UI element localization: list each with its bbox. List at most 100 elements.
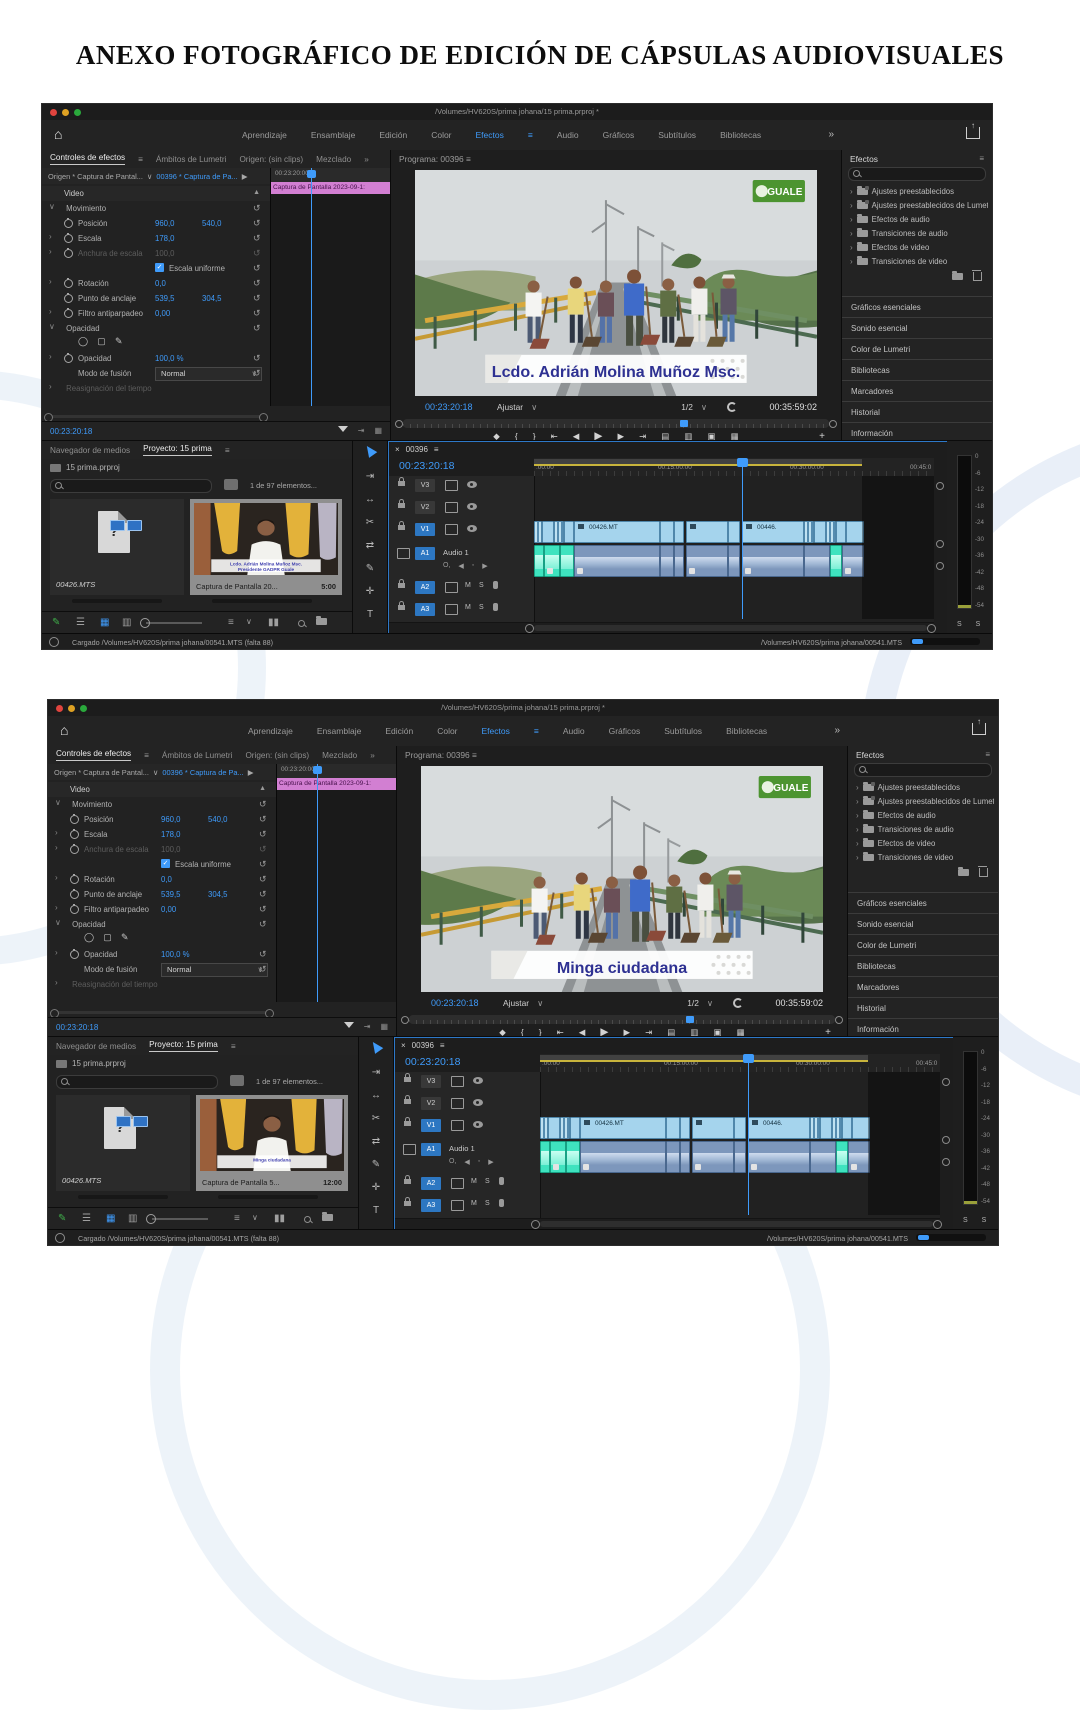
track-select-tool[interactable]: ⇥: [353, 466, 387, 488]
scale-value[interactable]: 178,0: [155, 234, 175, 243]
workspace-tab-color[interactable]: Color: [437, 726, 457, 736]
program-timecode[interactable]: 00:23:20:18: [425, 402, 473, 412]
tab-source-monitor[interactable]: Origen: (sin clips): [245, 751, 309, 760]
chevron-right-icon[interactable]: ›: [55, 843, 58, 852]
antiflicker-value[interactable]: 0,00: [155, 309, 170, 318]
chevron-right-icon[interactable]: ›: [49, 232, 52, 241]
chevron-right-icon[interactable]: ›: [49, 352, 52, 361]
mini-playhead[interactable]: [311, 168, 312, 406]
list-view-icon[interactable]: ☰: [76, 617, 85, 628]
export-share-icon[interactable]: ↑: [972, 723, 986, 735]
extract-icon[interactable]: ▥: [690, 1027, 698, 1037]
position-x-value[interactable]: 960,0: [155, 219, 175, 228]
tab-overflow-icon[interactable]: »: [370, 751, 375, 760]
reset-icon[interactable]: ↺: [253, 293, 261, 304]
new-bin-icon[interactable]: [322, 1213, 333, 1224]
scroll-handle[interactable]: [936, 482, 944, 490]
mark-in-icon[interactable]: {: [515, 431, 518, 440]
timeline-playhead[interactable]: [748, 1054, 749, 1215]
close-icon[interactable]: ×: [395, 445, 400, 454]
workspace-tab-edicion[interactable]: Edición: [379, 130, 407, 140]
sort-icon[interactable]: ≡: [228, 617, 234, 628]
reset-icon[interactable]: ↺: [253, 218, 261, 229]
time-remap-label[interactable]: Reasignación del tiempo: [72, 980, 157, 989]
scroll-handle[interactable]: [942, 1136, 950, 1144]
collapse-icon[interactable]: ▲: [253, 189, 260, 196]
go-to-in-icon[interactable]: ⇤: [557, 1027, 564, 1037]
icon-view-icon[interactable]: ▦: [100, 617, 109, 628]
pen-tool[interactable]: ✎: [353, 558, 387, 580]
scrubber-playhead[interactable]: [680, 420, 688, 427]
chevron-down-icon[interactable]: ∨: [153, 768, 158, 777]
new-bin-icon[interactable]: [958, 869, 969, 876]
scroll-handle[interactable]: [936, 562, 944, 570]
thumb-scrollbar[interactable]: [78, 1195, 168, 1199]
pen-mask-icon[interactable]: ✎: [121, 932, 129, 942]
new-bin-icon[interactable]: [316, 617, 327, 628]
comparison-view-icon[interactable]: ▦: [731, 431, 739, 441]
anchor-x-value[interactable]: 539,5: [155, 294, 175, 303]
workspace-tab-bibliotecas[interactable]: Bibliotecas: [720, 130, 761, 140]
chevron-right-icon[interactable]: ›: [49, 247, 52, 256]
project-item-capture[interactable]: Minga ciudadana: [196, 1095, 348, 1191]
reset-icon[interactable]: ↺: [259, 829, 267, 840]
workspace-tab-color[interactable]: Color: [431, 130, 451, 140]
selection-tool[interactable]: [353, 443, 387, 465]
blend-mode-select[interactable]: Normal∨: [161, 963, 268, 977]
sequence-tab-label[interactable]: 00396: [406, 445, 428, 454]
stopwatch-icon[interactable]: [64, 234, 73, 243]
razor-tool[interactable]: ✂: [353, 512, 387, 534]
mark-in-icon[interactable]: {: [521, 1027, 524, 1036]
panel-menu-icon[interactable]: ≡: [440, 1041, 445, 1050]
stopwatch-icon[interactable]: [70, 950, 79, 959]
lift-icon[interactable]: ▤: [661, 431, 669, 441]
mini-timeline-clip[interactable]: Captura de Pantalla 2023-09-1:: [271, 182, 390, 194]
export-frame-icon[interactable]: ▣: [708, 431, 716, 441]
panel-menu-icon[interactable]: ≡: [231, 1042, 236, 1051]
effects-panel-title[interactable]: Efectos: [856, 750, 884, 760]
effects-tree-video-transitions[interactable]: ›Transiciones de video: [846, 254, 988, 268]
panel-tab-markers[interactable]: Marcadores: [848, 976, 998, 997]
workspace-tab-graficos[interactable]: Gráficos: [609, 726, 641, 736]
go-to-out-icon[interactable]: ⇥: [639, 431, 646, 441]
anchor-y-value[interactable]: 304,5: [202, 294, 222, 303]
writable-pencil-icon[interactable]: ✎: [58, 1213, 66, 1224]
thumbnail-zoom-slider[interactable]: [146, 622, 202, 624]
step-forward-icon[interactable]: ▶: [623, 1027, 630, 1037]
compare-view-icon[interactable]: ▦: [374, 426, 382, 435]
horizontal-scrollbar[interactable]: [48, 415, 264, 418]
panel-menu-icon[interactable]: ≡: [985, 750, 990, 759]
opacity-value[interactable]: 100,0 %: [155, 354, 184, 363]
automate-sequence-icon[interactable]: ▮▮: [274, 1213, 285, 1224]
tab-project[interactable]: Proyecto: 15 prima: [149, 1040, 218, 1052]
stopwatch-icon[interactable]: [70, 905, 79, 914]
project-item-offline[interactable]: ? 00426.MTS: [56, 1095, 190, 1191]
resolution-select[interactable]: 1/2∨: [681, 402, 707, 412]
tab-audio-mixer[interactable]: Mezclado: [316, 155, 351, 164]
mark-out-icon[interactable]: }: [539, 1027, 542, 1036]
panel-menu-icon[interactable]: ≡: [144, 751, 149, 760]
rect-mask-icon[interactable]: ▢: [97, 336, 106, 346]
effect-controls-mini-timeline[interactable]: 00:23:20:00 Captura de Pantalla 2023-09-…: [270, 168, 390, 406]
reset-icon[interactable]: ↺: [253, 353, 261, 364]
uniform-scale-checkbox[interactable]: ✓: [155, 263, 164, 272]
slip-tool[interactable]: ⇄: [353, 535, 387, 557]
panel-tab-history[interactable]: Historial: [842, 401, 992, 422]
opacity-group-label[interactable]: Opacidad: [72, 920, 105, 929]
filter-bin-icon[interactable]: [230, 1075, 244, 1086]
effect-controls-timecode[interactable]: 00:23:20:18: [56, 1023, 98, 1032]
tab-source-monitor[interactable]: Origen: (sin clips): [239, 155, 303, 164]
rotation-value[interactable]: 0,0: [161, 875, 172, 884]
writable-pencil-icon[interactable]: ✎: [52, 617, 60, 628]
sort-icon[interactable]: ≡: [234, 1213, 240, 1224]
play-icon[interactable]: ▶: [594, 430, 602, 440]
tab-effect-controls[interactable]: Controles de efectos: [50, 153, 125, 165]
project-item-capture[interactable]: Lcdo. Adrián Molina Muñoz Msc. President…: [190, 499, 342, 595]
list-view-icon[interactable]: ☰: [82, 1213, 91, 1224]
tab-overflow-icon[interactable]: »: [364, 155, 369, 164]
effects-tree-video-effects[interactable]: ›Efectos de video: [846, 240, 988, 254]
program-monitor-title[interactable]: Programa: 00396: [405, 750, 470, 760]
effects-panel-title[interactable]: Efectos: [850, 154, 878, 164]
tab-lumetri-scopes[interactable]: Ámbitos de Lumetri: [156, 155, 227, 164]
workspace-tab-subtitulos[interactable]: Subtítulos: [664, 726, 702, 736]
